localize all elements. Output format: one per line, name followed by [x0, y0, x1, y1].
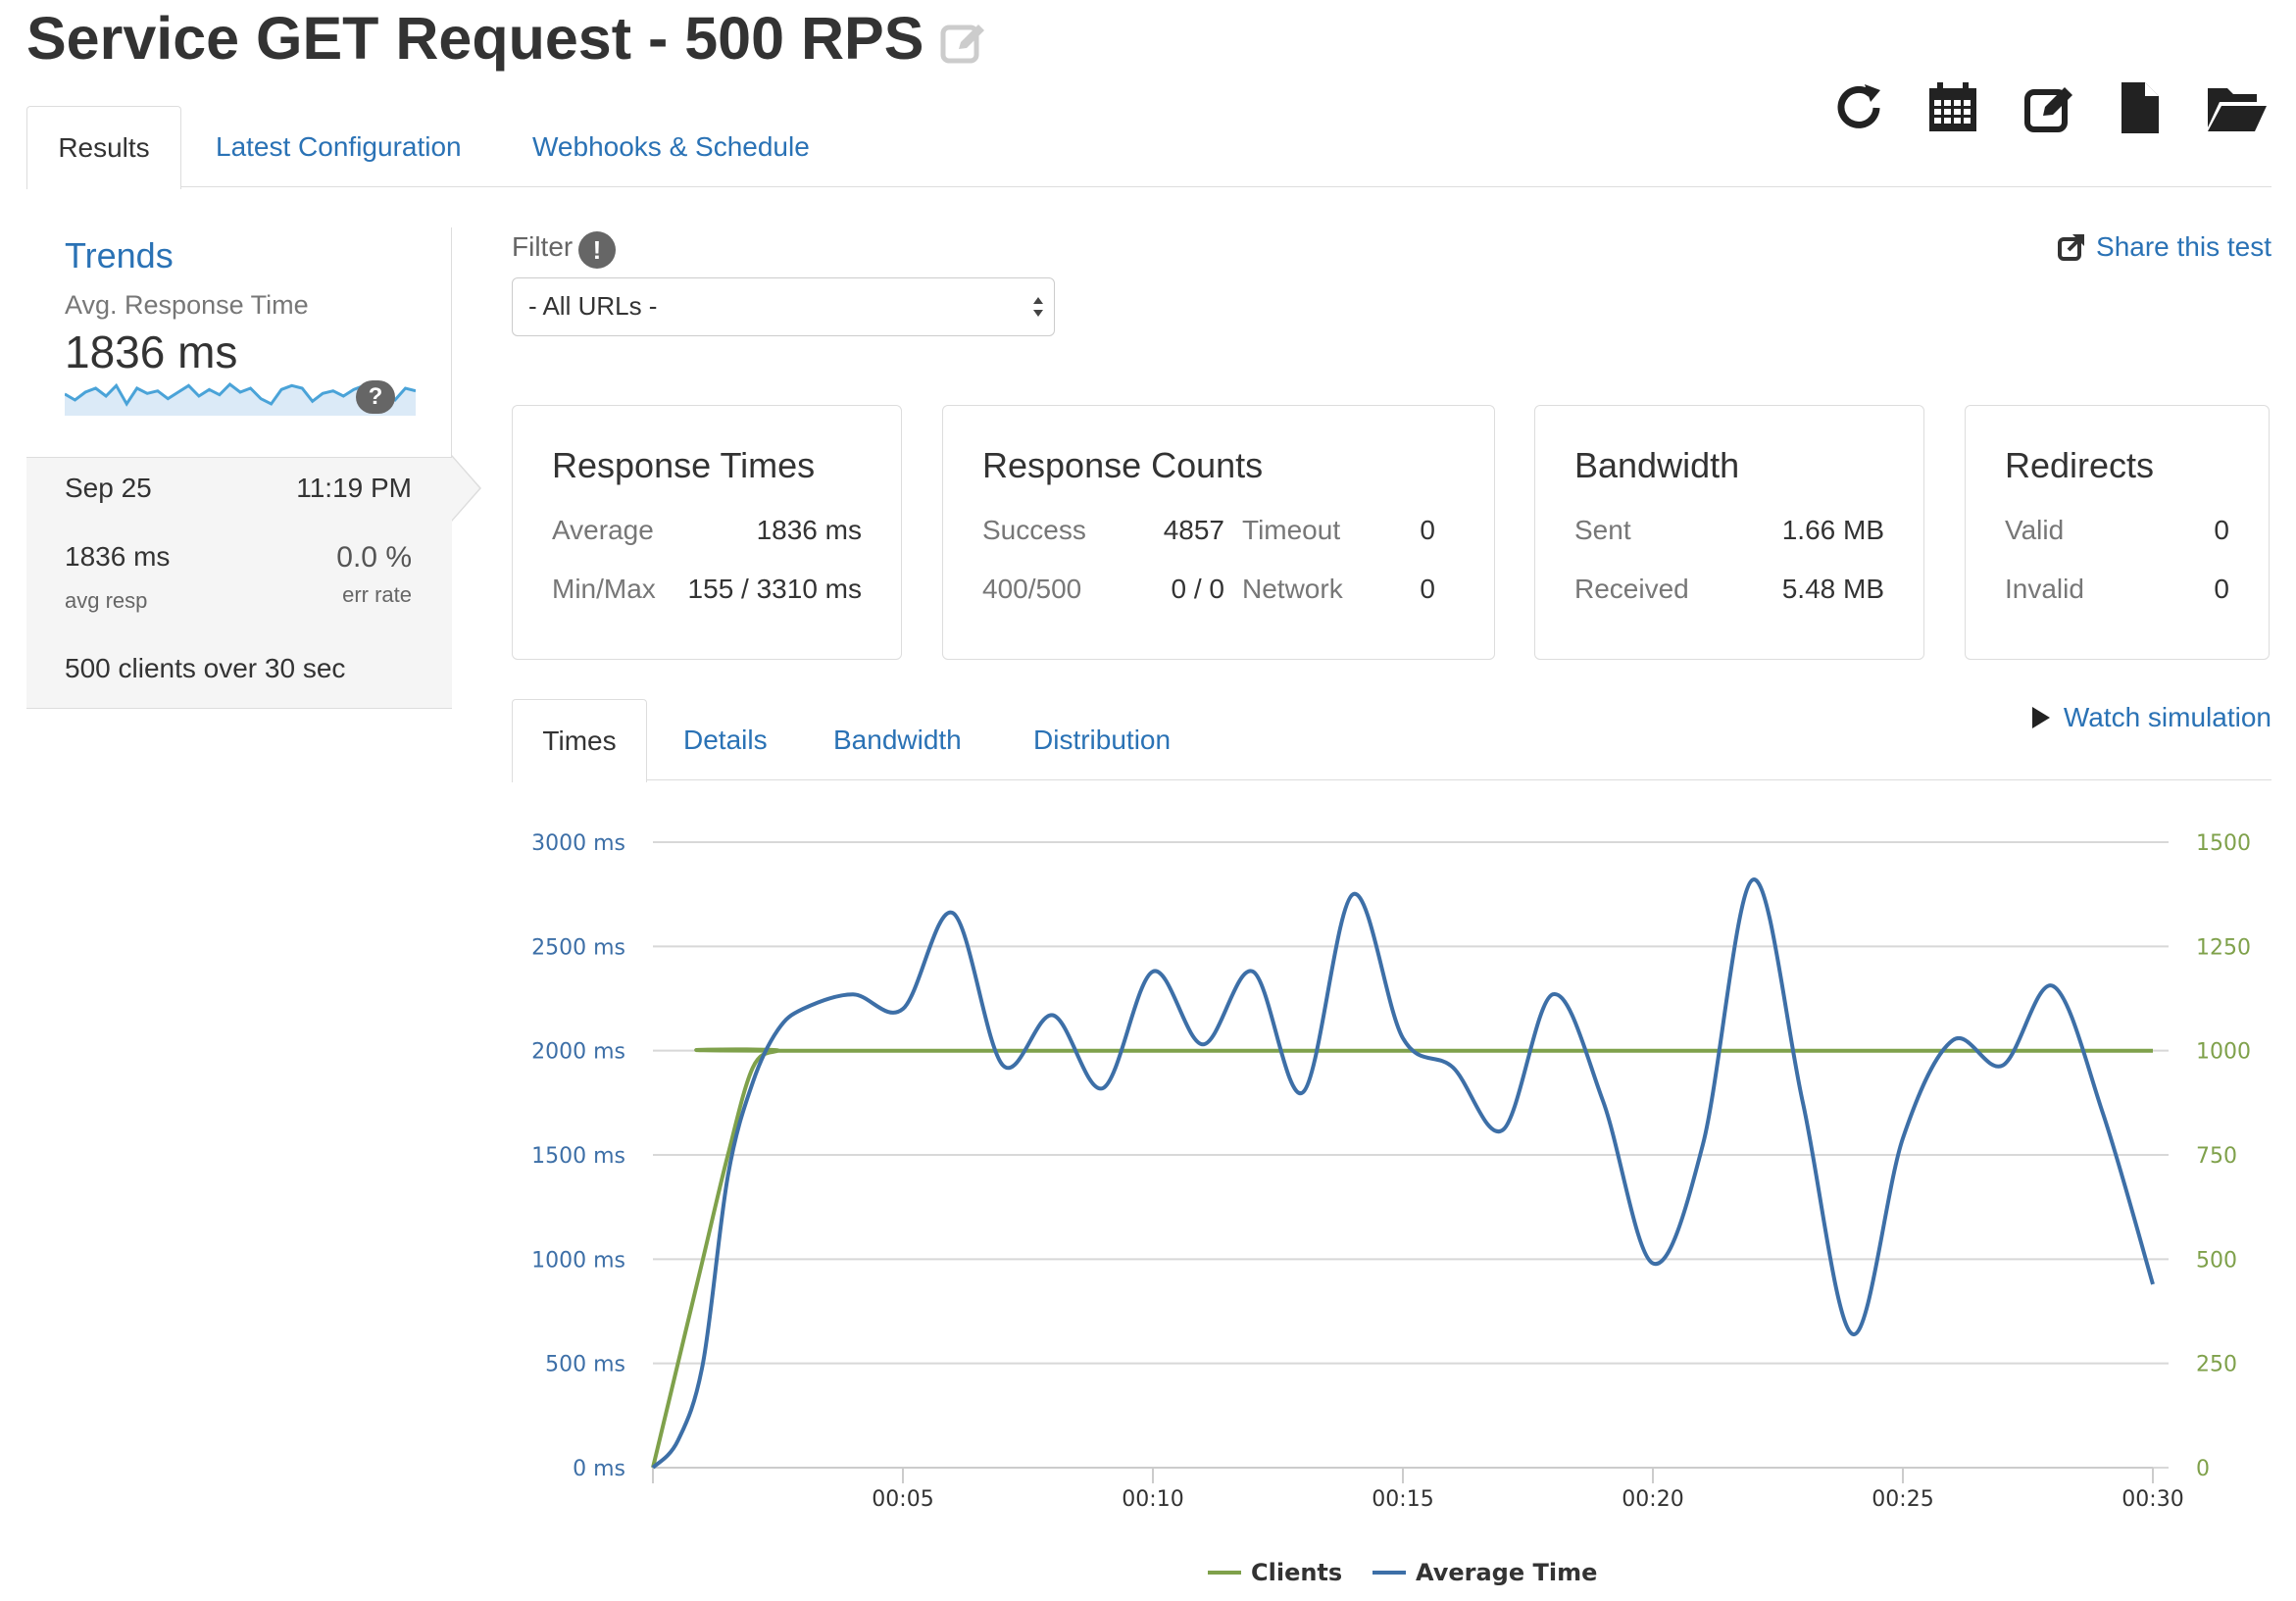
- response-time-chart: 0 ms 500 ms 1000 ms 1500 ms 2000 ms 2500 ms 30…: [531, 831, 2251, 1586]
- x-tick-label: 00:20: [1622, 1487, 1683, 1512]
- y-right-tick-label: 1500: [2196, 831, 2251, 856]
- y-left-tick-label: 2000 ms: [531, 1040, 625, 1065]
- y-left-tick-label: 500 ms: [545, 1353, 625, 1377]
- legend-average-time-label: Average Time: [1416, 1559, 1597, 1586]
- y-right-tick-label: 1250: [2196, 935, 2251, 960]
- y-right-tick-label: 1000: [2196, 1040, 2251, 1065]
- x-tick-label: 00:30: [2121, 1487, 2183, 1512]
- y-left-tick-label: 3000 ms: [531, 831, 625, 856]
- x-tick-label: 00:05: [872, 1487, 933, 1512]
- legend-clients-label: Clients: [1251, 1559, 1342, 1586]
- y-left-tick-label: 2500 ms: [531, 935, 625, 960]
- average-time-series-line: [651, 877, 2155, 1470]
- y-left-tick-label: 1500 ms: [531, 1144, 625, 1169]
- y-right-tick-label: 250: [2196, 1353, 2237, 1377]
- y-right-tick-label: 750: [2196, 1144, 2237, 1169]
- y-left-tick-label: 1000 ms: [531, 1248, 625, 1273]
- y-right-tick-label: 0: [2196, 1457, 2210, 1481]
- x-tick-label: 00:25: [1872, 1487, 1933, 1512]
- chart-tab-times[interactable]: Times: [512, 699, 647, 782]
- y-right-tick-label: 500: [2196, 1248, 2237, 1273]
- tab-results[interactable]: Results: [26, 106, 181, 189]
- x-tick-label: 00:15: [1372, 1487, 1433, 1512]
- y-left-tick-label: 0 ms: [573, 1457, 625, 1481]
- x-tick-label: 00:10: [1122, 1487, 1183, 1512]
